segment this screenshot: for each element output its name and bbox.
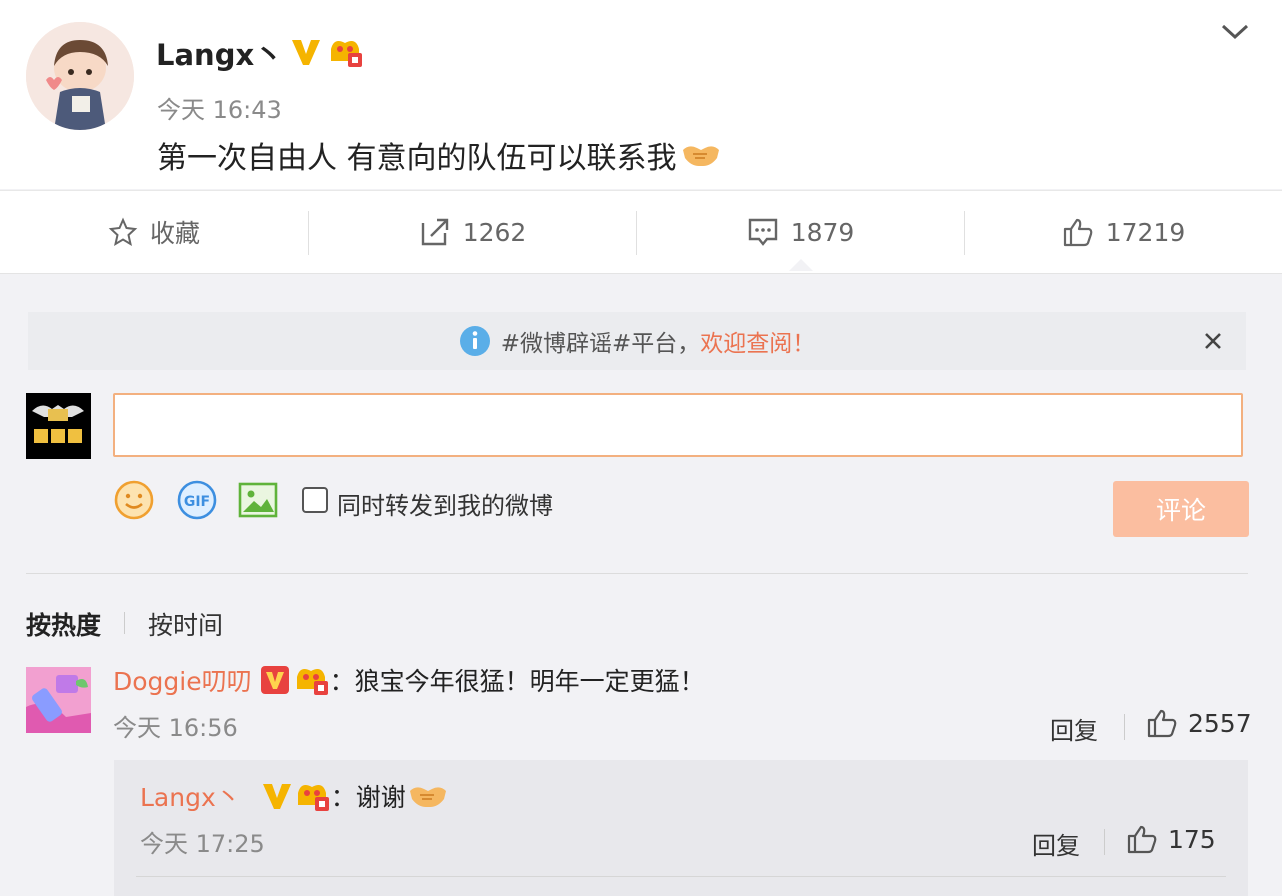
favorite-label: 收藏 bbox=[149, 219, 200, 248]
reply-text: ：谢谢 bbox=[330, 783, 406, 812]
repost-checkbox-label[interactable]: 同时转发到我的微博 bbox=[337, 486, 553, 521]
thumbs-up-icon bbox=[1063, 218, 1093, 247]
star-icon bbox=[108, 217, 138, 247]
verified-v-icon bbox=[292, 40, 320, 65]
comment-header: Doggie叨叨 ：狼宝今年很猛！明年一定更猛！ bbox=[113, 662, 705, 698]
reply-timestamp: 今天 17:25 bbox=[140, 830, 265, 858]
reply-button[interactable]: 回复 bbox=[1032, 826, 1080, 861]
commenter-name[interactable]: Doggie叨叨 bbox=[113, 662, 252, 698]
vip-crown-icon bbox=[296, 669, 328, 695]
handshake-emoji-icon bbox=[682, 146, 719, 166]
emoji-picker-icon[interactable] bbox=[113, 479, 155, 521]
author-name[interactable]: Langx丶 bbox=[156, 32, 283, 74]
repost-button[interactable]: 1262 bbox=[309, 191, 636, 273]
comment-count: 1879 bbox=[790, 217, 855, 247]
thumbs-up-icon bbox=[1127, 825, 1157, 854]
comment-text: ：狼宝今年很猛！明年一定更猛！ bbox=[329, 667, 705, 696]
reply-thread: Langx丶 ：谢谢 今天 17:25 回复 175 bbox=[114, 760, 1248, 896]
section-divider bbox=[26, 573, 1248, 574]
image-upload-icon[interactable] bbox=[237, 479, 279, 521]
repost-count: 1262 bbox=[462, 217, 527, 247]
reply-header: Langx丶 ：谢谢 bbox=[140, 778, 448, 814]
chevron-down-icon[interactable] bbox=[1220, 22, 1250, 42]
sort-divider bbox=[124, 612, 125, 634]
vip-crown-icon bbox=[297, 785, 329, 811]
current-user-avatar bbox=[26, 393, 91, 459]
author-avatar[interactable] bbox=[26, 22, 134, 130]
comment-input[interactable] bbox=[113, 393, 1243, 457]
like-count: 17219 bbox=[1105, 217, 1186, 247]
verified-v-icon bbox=[260, 666, 289, 694]
action-divider bbox=[1104, 829, 1105, 855]
svg-text:GIF: GIF bbox=[184, 494, 210, 510]
verified-v-icon bbox=[262, 784, 291, 809]
thumbs-up-icon bbox=[1147, 709, 1177, 738]
info-icon bbox=[459, 326, 490, 356]
reply-button[interactable]: 回复 bbox=[1050, 711, 1098, 746]
repost-checkbox[interactable] bbox=[302, 487, 328, 513]
comment-tab-pointer bbox=[789, 259, 813, 271]
action-divider bbox=[1124, 714, 1125, 740]
post-timestamp: 今天 16:43 bbox=[157, 96, 282, 124]
gif-icon[interactable]: GIF bbox=[176, 479, 218, 521]
like-button[interactable]: 17219 bbox=[965, 191, 1282, 273]
comment-timestamp: 今天 16:56 bbox=[113, 714, 238, 742]
comment-like-button[interactable]: 2557 bbox=[1146, 708, 1252, 738]
rumor-notice-banner: #微博辟谣#平台，欢迎查阅！ bbox=[28, 312, 1246, 370]
comment-icon bbox=[748, 218, 777, 246]
handshake-emoji-icon bbox=[409, 787, 446, 807]
sort-by-time-tab[interactable]: 按时间 bbox=[148, 606, 223, 642]
author-badges bbox=[290, 35, 364, 69]
post-text: 第一次自由人 有意向的队伍可以联系我 bbox=[157, 141, 677, 176]
notice-text[interactable]: #微博辟谣#平台，欢迎查阅！ bbox=[501, 324, 816, 358]
notice-link[interactable]: 欢迎查阅！ bbox=[700, 331, 815, 357]
vip-crown-icon bbox=[331, 41, 362, 67]
close-icon[interactable] bbox=[1200, 328, 1226, 354]
submit-comment-button[interactable]: 评论 bbox=[1113, 481, 1249, 537]
sort-by-hot-tab[interactable]: 按热度 bbox=[26, 606, 101, 642]
reply-divider bbox=[136, 876, 1226, 877]
repost-icon bbox=[421, 218, 448, 246]
reply-like-button[interactable]: 175 bbox=[1126, 824, 1216, 854]
post-action-bar: 收藏 1262 1879 17219 bbox=[0, 190, 1282, 274]
reply-author-name[interactable]: Langx丶 bbox=[140, 778, 241, 814]
commenter-avatar[interactable] bbox=[26, 667, 91, 733]
post-card: Langx丶 今天 16:43 第一次自由人 有意向的队伍可以联系我 bbox=[0, 0, 1282, 189]
comment-like-count: 2557 bbox=[1188, 708, 1252, 738]
reply-like-count: 175 bbox=[1168, 824, 1216, 854]
post-content: 第一次自由人 有意向的队伍可以联系我 bbox=[157, 133, 721, 177]
favorite-button[interactable]: 收藏 bbox=[0, 191, 308, 273]
